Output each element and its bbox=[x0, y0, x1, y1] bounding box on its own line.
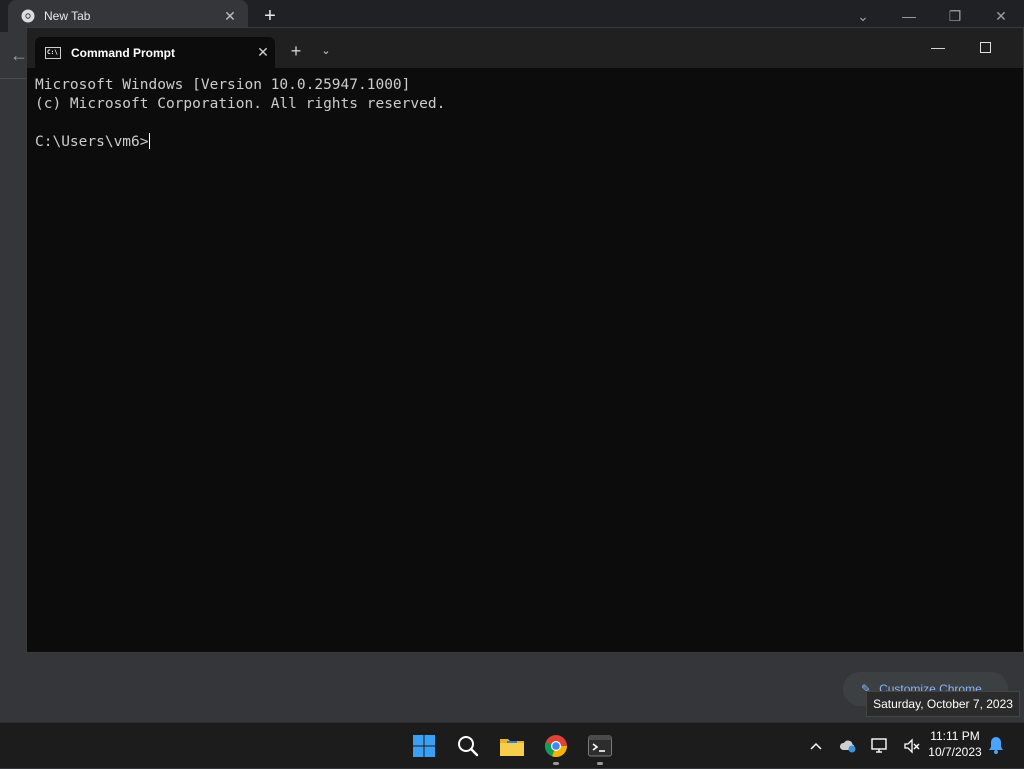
terminal-dropdown-chevron-icon[interactable]: ⌄ bbox=[315, 40, 337, 62]
notification-bell-icon[interactable] bbox=[986, 735, 1008, 757]
text-cursor bbox=[148, 133, 150, 149]
chrome-taskbar-button[interactable] bbox=[534, 723, 578, 769]
start-icon bbox=[413, 735, 435, 757]
clock-time: 11:11 PM bbox=[930, 729, 980, 743]
terminal-icon bbox=[588, 735, 612, 757]
terminal-prompt-line[interactable]: C:\Users\vm6> bbox=[35, 133, 1023, 152]
terminal-line: Microsoft Windows [Version 10.0.25947.10… bbox=[35, 77, 411, 93]
terminal-window: C:\ Command Prompt ✕ + ⌄ — Microsoft Win… bbox=[26, 27, 1024, 653]
system-tray bbox=[800, 723, 928, 769]
file-explorer-button[interactable] bbox=[490, 723, 534, 769]
onedrive-icon[interactable] bbox=[832, 723, 864, 769]
search-icon bbox=[458, 736, 479, 757]
terminal-output[interactable]: Microsoft Windows [Version 10.0.25947.10… bbox=[35, 76, 1023, 152]
terminal-new-tab-button[interactable]: + bbox=[285, 40, 307, 62]
terminal-line: (c) Microsoft Corporation. All rights re… bbox=[35, 96, 446, 112]
terminal-titlebar[interactable]: C:\ Command Prompt ✕ + ⌄ — bbox=[27, 28, 1023, 68]
date-tooltip: Saturday, October 7, 2023 bbox=[866, 691, 1020, 717]
maximize-icon bbox=[979, 41, 991, 53]
clock-date: 10/7/2023 bbox=[928, 745, 982, 759]
search-button[interactable] bbox=[446, 723, 490, 769]
taskbar-apps bbox=[402, 723, 622, 769]
network-icon[interactable] bbox=[864, 723, 896, 769]
chrome-new-tab-button[interactable]: + bbox=[258, 4, 282, 28]
taskbar: 11:11 PM 10/7/2023 bbox=[0, 722, 1024, 768]
running-indicator bbox=[597, 762, 603, 765]
terminal-tab-label: Command Prompt bbox=[71, 45, 176, 60]
taskbar-clock[interactable]: 11:11 PM 10/7/2023 bbox=[918, 728, 992, 764]
terminal-tab-close-icon[interactable]: ✕ bbox=[251, 44, 275, 61]
running-indicator bbox=[553, 762, 559, 765]
chrome-icon bbox=[544, 735, 568, 758]
terminal-taskbar-button[interactable] bbox=[578, 723, 622, 769]
file-explorer-icon bbox=[500, 739, 524, 756]
terminal-minimize-button[interactable]: — bbox=[923, 34, 953, 60]
terminal-maximize-button[interactable] bbox=[970, 34, 1000, 60]
chrome-tab-close-icon[interactable]: ✕ bbox=[220, 8, 240, 25]
start-button[interactable] bbox=[402, 723, 446, 769]
terminal-tab-command-prompt[interactable]: C:\ Command Prompt ✕ bbox=[35, 37, 275, 68]
command-prompt-icon: C:\ bbox=[45, 46, 61, 59]
chrome-tab-title: New Tab bbox=[44, 9, 91, 23]
terminal-prompt: C:\Users\vm6> bbox=[35, 134, 149, 150]
chrome-favicon-icon bbox=[21, 9, 35, 23]
chevron-up-icon[interactable] bbox=[800, 723, 832, 769]
